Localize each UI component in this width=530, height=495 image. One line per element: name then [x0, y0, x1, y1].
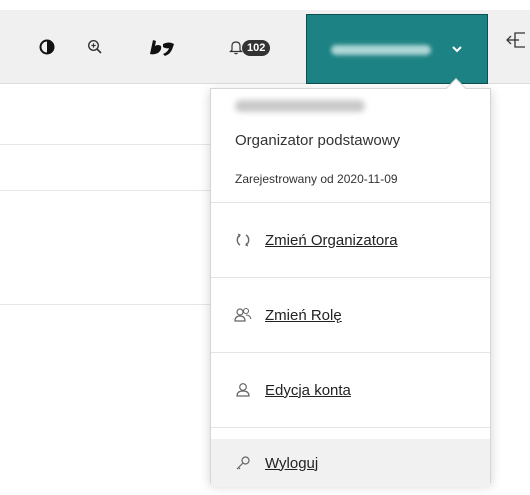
contrast-icon[interactable] [33, 32, 61, 62]
content-divider [0, 304, 210, 305]
user-icon [233, 380, 253, 400]
zoom-in-icon[interactable] [81, 32, 109, 62]
menu-item-label: Wyloguj [265, 454, 319, 472]
menu-item-change-organizer[interactable]: Zmień Organizatora [211, 203, 490, 277]
content-divider [0, 190, 210, 191]
sign-out-icon[interactable] [505, 30, 530, 50]
menu-item-logout[interactable]: Wyloguj [211, 439, 490, 487]
content-divider [0, 144, 210, 145]
users-icon [233, 305, 253, 325]
registration-date: Zarejestrowany od 2020-11-09 [235, 172, 398, 186]
switch-icon [233, 230, 253, 250]
menu-item-label: Zmień Rolę [265, 306, 342, 324]
sign-language-icon[interactable] [145, 32, 179, 62]
menu-item-edit-account[interactable]: Edycja konta [211, 353, 490, 427]
menu-item-label: Edycja konta [265, 381, 351, 399]
user-name-redacted [331, 45, 431, 55]
key-icon [233, 453, 253, 473]
menu-divider [211, 427, 490, 428]
user-menu-button[interactable] [306, 14, 488, 84]
user-role: Organizator podstawowy [235, 132, 401, 149]
menu-item-change-role[interactable]: Zmień Rolę [211, 278, 490, 352]
user-dropdown-menu: Organizator podstawowy Zarejestrowany od… [210, 78, 491, 487]
menu-item-label: Zmień Organizatora [265, 231, 398, 249]
notifications-badge: 102 [242, 40, 271, 56]
user-fullname-redacted [235, 100, 365, 112]
chevron-down-icon [452, 46, 462, 53]
